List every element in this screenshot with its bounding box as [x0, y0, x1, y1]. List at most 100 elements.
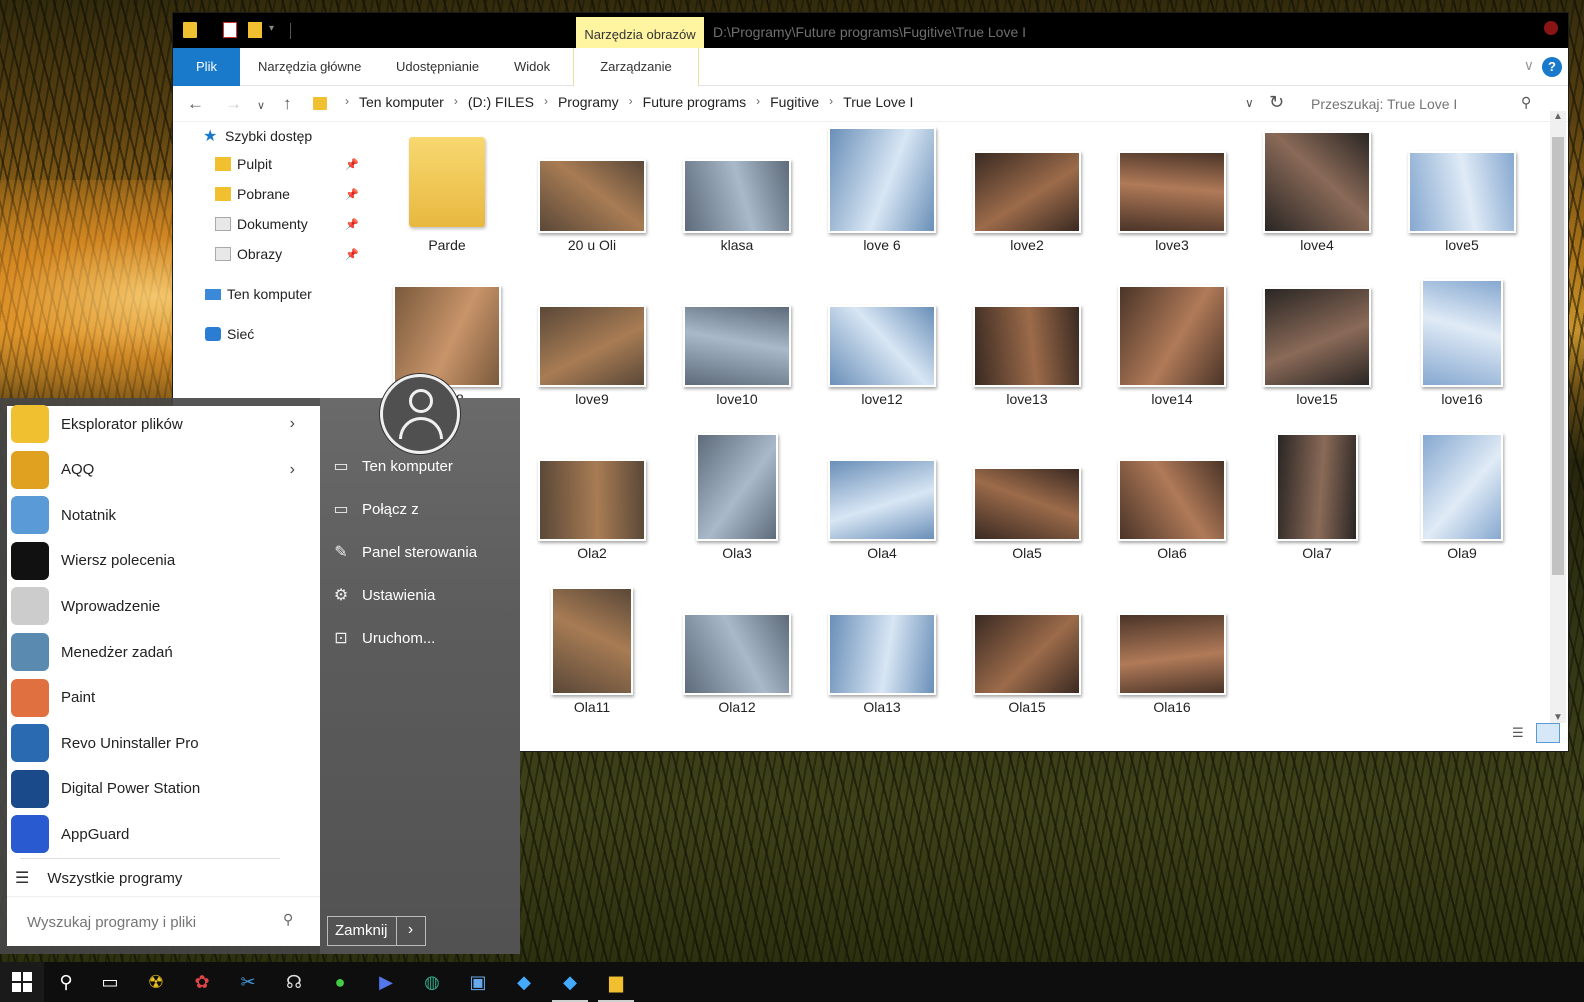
- pin-icon[interactable]: 📌: [345, 188, 359, 201]
- start-app-item[interactable]: AQQ ›: [7, 448, 307, 492]
- file-item[interactable]: Ola5: [957, 431, 1097, 571]
- nav-quick-access[interactable]: ★ Szybki dostęp: [203, 126, 312, 146]
- file-item[interactable]: Ola13: [812, 585, 952, 721]
- start-app-item[interactable]: Wiersz polecenia: [7, 539, 307, 583]
- file-item[interactable]: Ola2: [522, 431, 662, 571]
- scrollbar-thumb[interactable]: [1552, 137, 1564, 575]
- customize-toolbar-chevron-icon[interactable]: ▾: [269, 23, 283, 39]
- file-item[interactable]: Ola6: [1102, 431, 1242, 571]
- file-item[interactable]: love15: [1247, 277, 1387, 417]
- taskbar-search-button[interactable]: ⚲: [44, 962, 88, 1002]
- file-item[interactable]: love10: [667, 277, 807, 417]
- expand-ribbon-chevron-icon[interactable]: ∨: [1524, 57, 1534, 74]
- file-item[interactable]: love9: [522, 277, 662, 417]
- large-icons-view-icon[interactable]: [1536, 723, 1560, 743]
- system-link[interactable]: ⊡ Uruchom...: [330, 620, 520, 656]
- submenu-chevron-icon[interactable]: ›: [290, 461, 295, 479]
- pin-icon[interactable]: 📌: [345, 158, 359, 171]
- file-item[interactable]: Ola9: [1392, 431, 1532, 571]
- properties-icon[interactable]: [223, 22, 237, 38]
- taskbar-app[interactable]: ☢: [134, 962, 178, 1002]
- breadcrumb-true-love[interactable]: True Love I: [843, 94, 913, 110]
- nav-item-obrazy[interactable]: Obrazy: [215, 246, 282, 262]
- file-item[interactable]: 20 u Oli: [522, 123, 662, 263]
- breadcrumb-fugitive[interactable]: Fugitive: [770, 94, 819, 110]
- start-app-item[interactable]: Notatnik: [7, 493, 307, 537]
- shutdown-button[interactable]: Zamknij: [328, 917, 397, 945]
- start-app-item[interactable]: Menedżer zadań: [7, 630, 307, 674]
- quick-access-folder-icon[interactable]: [183, 22, 197, 38]
- file-item[interactable]: love13: [957, 277, 1097, 417]
- search-icon[interactable]: ⚲: [1521, 94, 1531, 111]
- file-item[interactable]: Ola4: [812, 431, 952, 571]
- breadcrumb-future-programs[interactable]: Future programs: [643, 94, 746, 110]
- system-link[interactable]: ✎ Panel sterowania: [330, 534, 520, 570]
- tab-file[interactable]: Plik: [173, 48, 240, 86]
- nav-network[interactable]: Sieć: [205, 326, 254, 342]
- start-button[interactable]: [0, 962, 44, 1002]
- file-item[interactable]: love14: [1102, 277, 1242, 417]
- start-app-item[interactable]: Paint: [7, 676, 307, 720]
- start-app-item[interactable]: AppGuard: [7, 812, 307, 856]
- breadcrumb-chevron-icon[interactable]: ›: [345, 94, 349, 110]
- tab-share[interactable]: Udostępnianie: [396, 48, 479, 86]
- nav-item-pulpit[interactable]: Pulpit: [215, 156, 272, 172]
- file-item[interactable]: Ola16: [1102, 585, 1242, 721]
- file-item[interactable]: love4: [1247, 123, 1387, 263]
- details-view-icon[interactable]: ☰: [1512, 725, 1532, 743]
- tab-view[interactable]: Widok: [514, 48, 550, 86]
- pin-icon[interactable]: 📌: [345, 248, 359, 261]
- system-link[interactable]: ▭ Połącz z: [330, 491, 520, 527]
- forward-arrow-icon[interactable]: →: [225, 94, 242, 114]
- breadcrumb-chevron-icon[interactable]: ›: [454, 94, 458, 110]
- file-item[interactable]: love 6: [812, 123, 952, 263]
- scroll-up-arrow-icon[interactable]: ▲: [1550, 111, 1566, 122]
- taskbar-app[interactable]: ▣: [456, 962, 500, 1002]
- all-programs-button[interactable]: ☰ Wszystkie programy: [7, 860, 307, 896]
- breadcrumb-programy[interactable]: Programy: [558, 94, 619, 110]
- taskbar-app[interactable]: ◆: [502, 962, 546, 1002]
- file-item[interactable]: love12: [812, 277, 952, 417]
- tab-manage[interactable]: Zarządzanie: [573, 48, 699, 86]
- taskbar-app[interactable]: ✿: [180, 962, 224, 1002]
- file-item[interactable]: love3: [1102, 123, 1242, 263]
- start-app-item[interactable]: Eksplorator plików ›: [7, 402, 307, 446]
- file-item[interactable]: Ola7: [1247, 431, 1387, 571]
- back-arrow-icon[interactable]: ←: [187, 94, 204, 114]
- breadcrumb-chevron-icon[interactable]: ›: [829, 94, 833, 110]
- file-item[interactable]: Ola3: [667, 431, 807, 571]
- start-app-item[interactable]: Wprowadzenie: [7, 584, 307, 628]
- shutdown-options-chevron-icon[interactable]: ›: [397, 917, 425, 945]
- nav-this-pc[interactable]: Ten komputer: [205, 286, 312, 302]
- file-item[interactable]: Ola11: [522, 585, 662, 721]
- submenu-chevron-icon[interactable]: ›: [290, 415, 295, 433]
- folder-item[interactable]: Parde: [377, 123, 517, 263]
- taskbar-app[interactable]: ✂: [226, 962, 270, 1002]
- taskbar-app[interactable]: ☊: [272, 962, 316, 1002]
- new-folder-icon[interactable]: [248, 22, 262, 38]
- breadcrumb-drive-d[interactable]: (D:) FILES: [468, 94, 534, 110]
- taskbar-file-explorer[interactable]: ▆: [594, 962, 638, 1002]
- pin-icon[interactable]: 📌: [345, 218, 359, 231]
- task-view-button[interactable]: ▭: [88, 962, 132, 1002]
- taskbar-app[interactable]: ◆: [548, 962, 592, 1002]
- file-item[interactable]: love16: [1392, 277, 1532, 417]
- taskbar-app[interactable]: ◍: [410, 962, 454, 1002]
- breadcrumb-chevron-icon[interactable]: ›: [544, 94, 548, 110]
- help-icon[interactable]: ?: [1542, 57, 1562, 77]
- breadcrumb-this-pc[interactable]: Ten komputer: [359, 94, 444, 110]
- nav-item-dokumenty[interactable]: Dokumenty: [215, 216, 308, 232]
- tab-home[interactable]: Narzędzia główne: [258, 48, 361, 86]
- breadcrumb-chevron-icon[interactable]: ›: [629, 94, 633, 110]
- start-search-input[interactable]: [27, 909, 267, 935]
- start-app-item[interactable]: Revo Uninstaller Pro: [7, 721, 307, 765]
- user-avatar[interactable]: [380, 374, 460, 454]
- system-link[interactable]: ⚙ Ustawienia: [330, 577, 520, 613]
- search-icon[interactable]: ⚲: [283, 911, 293, 928]
- nav-item-pobrane[interactable]: Pobrane: [215, 186, 290, 202]
- refresh-icon[interactable]: ↻: [1269, 92, 1284, 113]
- file-item[interactable]: Ola15: [957, 585, 1097, 721]
- file-item[interactable]: Ola12: [667, 585, 807, 721]
- recent-locations-chevron-icon[interactable]: ∨: [257, 99, 265, 112]
- file-item[interactable]: love2: [957, 123, 1097, 263]
